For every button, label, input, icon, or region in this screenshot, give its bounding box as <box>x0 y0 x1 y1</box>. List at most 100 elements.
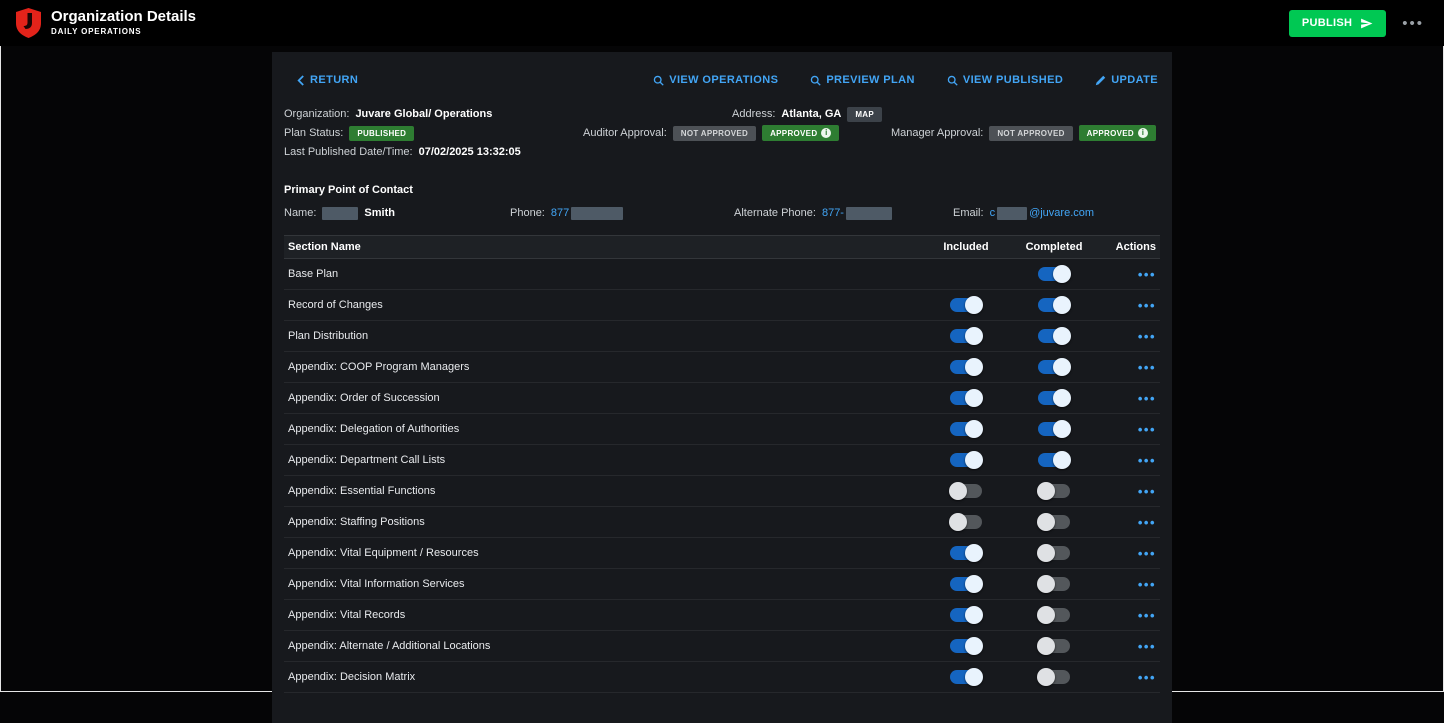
section-name: Base Plan <box>284 268 922 280</box>
completed-toggle[interactable] <box>1038 391 1070 405</box>
completed-cell <box>1010 484 1098 498</box>
completed-cell <box>1010 267 1098 281</box>
completed-toggle[interactable] <box>1038 298 1070 312</box>
chevron-left-icon <box>296 75 305 86</box>
row-actions-button[interactable]: ••• <box>1138 330 1156 343</box>
completed-toggle[interactable] <box>1038 670 1070 684</box>
actions-cell: ••• <box>1098 454 1160 467</box>
row-actions-button[interactable]: ••• <box>1138 268 1156 281</box>
completed-toggle[interactable] <box>1038 515 1070 529</box>
completed-cell <box>1010 329 1098 343</box>
row-actions-button[interactable]: ••• <box>1138 361 1156 374</box>
included-toggle[interactable] <box>950 329 982 343</box>
contact-alt-phone-field: Alternate Phone: 877- <box>734 205 892 221</box>
contact-email-field: Email: c @juvare.com <box>953 205 1094 221</box>
toggle-knob <box>1037 513 1055 531</box>
row-actions-button[interactable]: ••• <box>1138 516 1156 529</box>
section-name: Appendix: COOP Program Managers <box>284 361 922 373</box>
section-name: Record of Changes <box>284 299 922 311</box>
table-header-row: Section Name Included Completed Actions <box>284 236 1160 259</box>
manager-not-approved-badge[interactable]: NOT APPROVED <box>989 126 1072 141</box>
included-cell <box>922 422 1010 436</box>
view-published-link[interactable]: VIEW PUBLISHED <box>947 74 1063 86</box>
contact-alt-phone-value[interactable]: 877- <box>822 207 844 219</box>
completed-toggle[interactable] <box>1038 639 1070 653</box>
view-operations-link[interactable]: VIEW OPERATIONS <box>653 74 778 86</box>
panel-toolbar: RETURN VIEW OPERATIONS PREVIEW PLAN <box>272 72 1172 88</box>
map-button[interactable]: MAP <box>847 107 882 122</box>
toggle-knob <box>1037 482 1055 500</box>
completed-toggle[interactable] <box>1038 453 1070 467</box>
header-included: Included <box>922 241 1010 253</box>
table-row: Appendix: Department Call Lists ••• <box>284 445 1160 476</box>
preview-plan-link[interactable]: PREVIEW PLAN <box>810 74 915 86</box>
header-more-button[interactable]: ••• <box>1398 12 1428 35</box>
actions-cell: ••• <box>1098 547 1160 560</box>
toggle-knob <box>965 606 983 624</box>
row-actions-button[interactable]: ••• <box>1138 609 1156 622</box>
table-row: Appendix: Vital Records ••• <box>284 600 1160 631</box>
toggle-knob <box>965 544 983 562</box>
contact-phone-value[interactable]: 877 <box>551 207 569 219</box>
completed-toggle[interactable] <box>1038 329 1070 343</box>
table-row: Appendix: Vital Equipment / Resources ••… <box>284 538 1160 569</box>
completed-toggle[interactable] <box>1038 267 1070 281</box>
toggle-knob <box>1053 296 1071 314</box>
contact-alt-phone-label: Alternate Phone: <box>734 207 816 219</box>
included-toggle[interactable] <box>950 608 982 622</box>
last-published-label: Last Published Date/Time: <box>284 146 413 158</box>
manager-approved-badge[interactable]: APPROVED i <box>1079 125 1156 141</box>
info-icon: i <box>821 128 831 138</box>
included-toggle[interactable] <box>950 360 982 374</box>
row-actions-button[interactable]: ••• <box>1138 640 1156 653</box>
completed-cell <box>1010 298 1098 312</box>
section-name: Appendix: Staffing Positions <box>284 516 922 528</box>
row-actions-button[interactable]: ••• <box>1138 485 1156 498</box>
included-toggle[interactable] <box>950 639 982 653</box>
completed-cell <box>1010 546 1098 560</box>
completed-toggle[interactable] <box>1038 546 1070 560</box>
included-toggle[interactable] <box>950 484 982 498</box>
completed-toggle[interactable] <box>1038 577 1070 591</box>
table-row: Record of Changes ••• <box>284 290 1160 321</box>
auditor-not-approved-badge[interactable]: NOT APPROVED <box>673 126 756 141</box>
included-toggle[interactable] <box>950 422 982 436</box>
completed-toggle[interactable] <box>1038 484 1070 498</box>
included-toggle[interactable] <box>950 453 982 467</box>
completed-toggle[interactable] <box>1038 360 1070 374</box>
view-published-label: VIEW PUBLISHED <box>963 74 1063 86</box>
row-actions-button[interactable]: ••• <box>1138 299 1156 312</box>
table-row: Appendix: Vital Information Services ••• <box>284 569 1160 600</box>
row-actions-button[interactable]: ••• <box>1138 423 1156 436</box>
included-toggle[interactable] <box>950 391 982 405</box>
included-cell <box>922 298 1010 312</box>
contact-heading: Primary Point of Contact <box>272 184 1172 196</box>
table-row: Appendix: Decision Matrix ••• <box>284 662 1160 693</box>
included-toggle[interactable] <box>950 577 982 591</box>
included-toggle[interactable] <box>950 298 982 312</box>
completed-cell <box>1010 391 1098 405</box>
row-actions-button[interactable]: ••• <box>1138 578 1156 591</box>
app-title-block: Organization Details DAILY OPERATIONS <box>51 9 196 36</box>
row-actions-button[interactable]: ••• <box>1138 671 1156 684</box>
toggle-knob <box>1053 265 1071 283</box>
included-cell <box>922 484 1010 498</box>
toggle-knob <box>1053 327 1071 345</box>
auditor-approved-badge[interactable]: APPROVED i <box>762 125 839 141</box>
completed-toggle[interactable] <box>1038 608 1070 622</box>
actions-cell: ••• <box>1098 330 1160 343</box>
included-toggle[interactable] <box>950 546 982 560</box>
update-link[interactable]: UPDATE <box>1095 74 1158 86</box>
row-actions-button[interactable]: ••• <box>1138 547 1156 560</box>
publish-button[interactable]: PUBLISH <box>1289 10 1386 37</box>
row-actions-button[interactable]: ••• <box>1138 454 1156 467</box>
included-toggle[interactable] <box>950 515 982 529</box>
completed-toggle[interactable] <box>1038 422 1070 436</box>
included-cell <box>922 639 1010 653</box>
send-icon <box>1360 17 1373 30</box>
return-link[interactable]: RETURN <box>296 74 358 86</box>
included-toggle[interactable] <box>950 670 982 684</box>
row-actions-button[interactable]: ••• <box>1138 392 1156 405</box>
contact-email-value[interactable]: @juvare.com <box>1029 207 1094 219</box>
plan-status-badge: PUBLISHED <box>349 126 414 141</box>
